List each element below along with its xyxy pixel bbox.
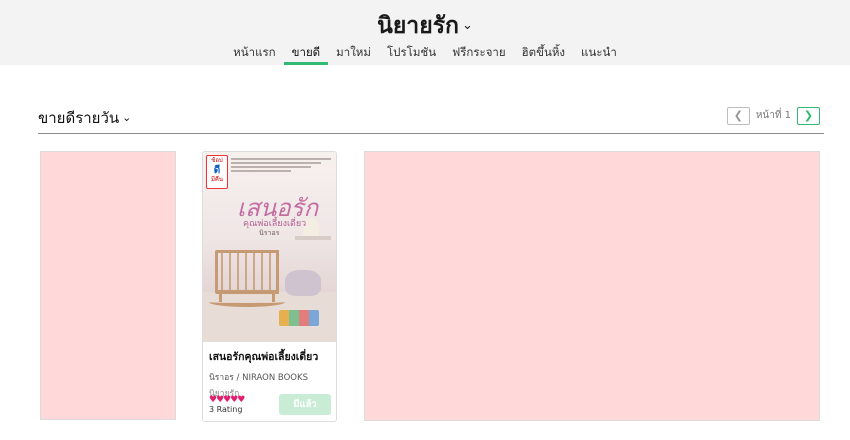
owned-button[interactable]: มีแล้ว bbox=[279, 394, 331, 415]
book-title-link[interactable]: เสนอรักคุณพ่อเลี้ยงเดี่ยว bbox=[209, 348, 333, 365]
section-title: ขายดีรายวัน bbox=[38, 109, 120, 127]
chevron-left-icon: ❮ bbox=[733, 109, 743, 122]
cover-pouf bbox=[285, 270, 321, 296]
next-page-button[interactable]: ❯ bbox=[797, 106, 820, 125]
chevron-down-icon: ⌄ bbox=[461, 18, 473, 33]
tab-bestseller[interactable]: ขายดี bbox=[283, 42, 329, 65]
tab-hits[interactable]: ฮิตขึ้นหิ้ง bbox=[514, 42, 573, 65]
site-category-dropdown[interactable]: นิยายรัก ⌄ bbox=[0, 8, 850, 44]
badge-text-mid: ดี bbox=[213, 165, 221, 176]
nav-tabs: หน้าแรก ขายดี มาใหม่ โปรโมชัน ฟรีกระจาย … bbox=[0, 42, 850, 65]
shop-badge: ช้อป ดี มีคืน bbox=[206, 155, 228, 189]
chevron-down-icon: ⌄ bbox=[122, 111, 132, 124]
top-header: นิยายรัก ⌄ หน้าแรก ขายดี มาใหม่ โปรโมชัน … bbox=[0, 0, 850, 65]
cover-toy-blocks bbox=[279, 310, 319, 326]
rating-count: 3 Rating bbox=[209, 405, 243, 414]
section-title-dropdown[interactable]: ขายดีรายวัน ⌄ bbox=[38, 106, 131, 130]
cover-author: นิราอร bbox=[259, 229, 280, 237]
book-info: เสนอรักคุณพ่อเลี้ยงเดี่ยว นิราอร / NIRAO… bbox=[209, 348, 333, 400]
site-title-text: นิยายรัก bbox=[377, 13, 459, 39]
cover-shelf bbox=[295, 236, 331, 240]
chevron-right-icon: ❯ bbox=[803, 109, 814, 122]
tab-new[interactable]: มาใหม่ bbox=[328, 42, 379, 65]
book-card-placeholder-left[interactable] bbox=[40, 151, 176, 420]
book-card-placeholder-right[interactable] bbox=[364, 151, 820, 421]
page-indicator: หน้าที่ 1 bbox=[755, 110, 791, 121]
tab-home[interactable]: หน้าแรก bbox=[225, 42, 283, 65]
rating-hearts-icon: ♥♥♥♥♥ bbox=[209, 395, 245, 405]
cover-crib bbox=[215, 250, 279, 294]
tab-free[interactable]: ฟรีกระจาย bbox=[444, 42, 514, 65]
book-card[interactable]: ช้อป ดี มีคืน เสนอรัก คุณพ่อเลี้ยงเดี่ยว… bbox=[202, 151, 337, 422]
pager: ❮ หน้าที่ 1 ❯ bbox=[726, 106, 820, 125]
cover-crib-rocker bbox=[209, 297, 285, 307]
tab-recommended[interactable]: แนะนำ bbox=[573, 42, 625, 65]
tab-promotion[interactable]: โปรโมชัน bbox=[379, 42, 444, 65]
prev-page-button[interactable]: ❮ bbox=[726, 106, 750, 125]
book-author-link[interactable]: นิราอร / NIRAON BOOKS bbox=[209, 370, 333, 384]
badge-text-bottom: มีคืน bbox=[210, 176, 224, 183]
badge-text-top: ช้อป bbox=[211, 157, 223, 164]
cover-blurb-lines bbox=[231, 158, 331, 180]
book-cover-image[interactable]: ช้อป ดี มีคืน เสนอรัก คุณพ่อเลี้ยงเดี่ยว… bbox=[203, 152, 336, 342]
section-header: ขายดีรายวัน ⌄ ❮ หน้าที่ 1 ❯ bbox=[38, 106, 824, 134]
